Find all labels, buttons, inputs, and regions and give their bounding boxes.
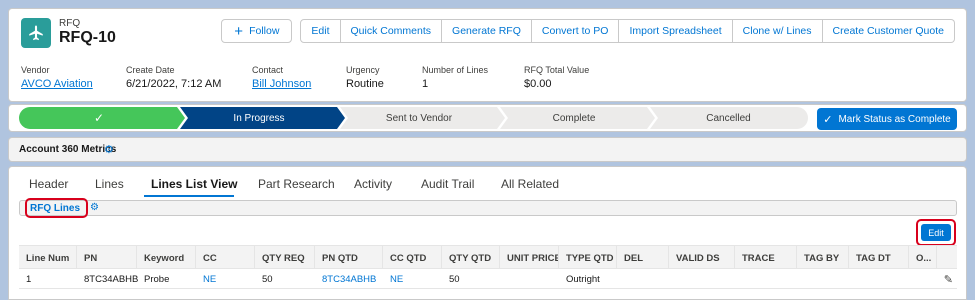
- column-header-tag-by[interactable]: TAG BY: [797, 246, 849, 270]
- field-create-date: Create Date 6/21/2022, 7:12 AM: [126, 65, 222, 90]
- cell-pn: 8TC34ABHB: [84, 273, 139, 285]
- table-header-row: Line Num PN Keyword CC QTY REQ PN QTD CC QTD QT…: [19, 245, 957, 270]
- highlight-box-edit-button: [916, 219, 956, 246]
- column-header-trace[interactable]: TRACE: [735, 246, 797, 270]
- cell-trace: [735, 269, 797, 289]
- contact-link[interactable]: Bill Johnson: [252, 78, 311, 90]
- edit-record-button[interactable]: Edit: [300, 19, 341, 43]
- column-header-pn[interactable]: PN: [77, 246, 137, 270]
- path-step-complete[interactable]: ✓: [19, 107, 179, 129]
- cell-o: [909, 269, 937, 289]
- account-360-label: Account 360 Metrics: [19, 144, 117, 155]
- column-header-unit-price[interactable]: UNIT PRICE: [500, 246, 559, 270]
- cell-line-num: 1: [26, 273, 32, 285]
- mark-status-complete-button[interactable]: ✓ Mark Status as Complete: [817, 108, 957, 130]
- tab-bar: Header Lines Lines List View Part Resear…: [9, 167, 966, 197]
- rfq-lines-header: RFQ Lines ⚙: [19, 200, 957, 216]
- field-rfq-total-value: RFQ Total Value $0.00: [524, 65, 590, 90]
- tab-lines-list-view[interactable]: Lines List View: [151, 177, 237, 191]
- path-step-sent-to-vendor[interactable]: Sent to Vendor: [339, 107, 499, 129]
- cell-del: [617, 269, 669, 289]
- cell-keyword: Probe: [144, 273, 170, 285]
- record-type-label: RFQ: [59, 18, 81, 29]
- column-header-valid-ds[interactable]: VALID DS: [669, 246, 735, 270]
- rfq-lines-table: Line Num PN Keyword CC QTY REQ PN QTD CC QTD QT…: [19, 245, 957, 289]
- action-bar: + Follow Edit Quick Comments Generate RF…: [221, 19, 955, 43]
- tab-audit-trail[interactable]: Audit Trail: [421, 177, 474, 191]
- path-step-cancelled[interactable]: Cancelled: [649, 107, 808, 129]
- import-spreadsheet-button[interactable]: Import Spreadsheet: [619, 19, 733, 43]
- cell-type-qtd: Outright: [566, 273, 600, 285]
- column-header-cc-qtd[interactable]: CC QTD: [383, 246, 442, 270]
- tab-header[interactable]: Header: [29, 177, 68, 191]
- record-header: RFQ RFQ-10 + Follow Edit Quick Comments …: [8, 8, 967, 102]
- status-path: ✓ In Progress Sent to Vendor Complete Ca…: [19, 107, 808, 129]
- pencil-edit-icon[interactable]: ✎: [944, 273, 953, 286]
- cell-qty-qtd: 50: [449, 273, 460, 285]
- column-header-tag-dt[interactable]: TAG DT: [849, 246, 909, 270]
- cell-tag-by: [797, 269, 849, 289]
- generate-rfq-button[interactable]: Generate RFQ: [442, 19, 532, 43]
- cell-pn-qtd[interactable]: 8TC34ABHB: [315, 269, 383, 289]
- cell-cc[interactable]: NE: [196, 269, 255, 289]
- tab-part-research[interactable]: Part Research: [258, 177, 335, 191]
- path-step-in-progress[interactable]: In Progress: [179, 107, 339, 129]
- active-tab-indicator: [144, 195, 234, 197]
- column-header-qty-qtd[interactable]: QTY QTD: [442, 246, 500, 270]
- vendor-link[interactable]: AVCO Aviation: [21, 78, 93, 90]
- column-header-type-qtd[interactable]: TYPE QTD: [559, 246, 617, 270]
- table-row: 1 8TC34ABHB Probe NE 50 8TC34ABHB NE 50 Outright…: [19, 269, 957, 289]
- tab-all-related[interactable]: All Related: [501, 177, 559, 191]
- airplane-icon: [21, 18, 51, 48]
- account-360-metrics-card: Account 360 Metrics ⚙: [8, 137, 967, 162]
- follow-label: Follow: [249, 25, 280, 37]
- plus-icon: +: [234, 22, 244, 40]
- column-header-o[interactable]: O...: [909, 246, 937, 270]
- cell-qty-req: 50: [262, 273, 273, 285]
- field-urgency: Urgency Routine: [346, 65, 384, 90]
- status-path-card: ✓ In Progress Sent to Vendor Complete Ca…: [8, 104, 967, 132]
- field-number-of-lines: Number of Lines 1: [422, 65, 489, 90]
- column-header-cc[interactable]: CC: [196, 246, 255, 270]
- record-title: RFQ-10: [59, 29, 116, 46]
- tabset-card: Header Lines Lines List View Part Resear…: [8, 166, 967, 300]
- gear-icon[interactable]: ⚙: [90, 202, 99, 213]
- create-customer-quote-button[interactable]: Create Customer Quote: [822, 19, 955, 43]
- tab-lines[interactable]: Lines: [95, 177, 124, 191]
- field-vendor: Vendor AVCO Aviation: [21, 65, 93, 90]
- follow-button[interactable]: + Follow: [221, 19, 293, 43]
- convert-to-po-button[interactable]: Convert to PO: [531, 19, 620, 43]
- highlight-box-rfq-lines: [25, 198, 88, 218]
- cell-tag-dt: [849, 269, 909, 289]
- cell-unit-price: [500, 269, 559, 289]
- field-contact: Contact Bill Johnson: [252, 65, 312, 90]
- check-icon: ✓: [823, 113, 833, 126]
- cell-cc-qtd[interactable]: NE: [383, 269, 442, 289]
- column-header-keyword[interactable]: Keyword: [137, 246, 196, 270]
- column-header-pn-qtd[interactable]: PN QTD: [315, 246, 383, 270]
- clone-with-lines-button[interactable]: Clone w/ Lines: [732, 19, 823, 43]
- column-header-line-num[interactable]: Line Num: [19, 246, 77, 270]
- cell-valid-ds: [669, 269, 735, 289]
- column-header-del[interactable]: DEL: [617, 246, 669, 270]
- quick-comments-button[interactable]: Quick Comments: [340, 19, 443, 43]
- column-header-qty-req[interactable]: QTY REQ: [255, 246, 315, 270]
- gear-icon[interactable]: ⚙: [104, 143, 114, 156]
- tab-activity[interactable]: Activity: [354, 177, 392, 191]
- highlights-panel: Vendor AVCO Aviation Create Date 6/21/20…: [9, 61, 966, 95]
- path-step-complete-stage[interactable]: Complete: [499, 107, 649, 129]
- table-body: 1 8TC34ABHB Probe NE 50 8TC34ABHB NE 50 Outright…: [19, 269, 957, 289]
